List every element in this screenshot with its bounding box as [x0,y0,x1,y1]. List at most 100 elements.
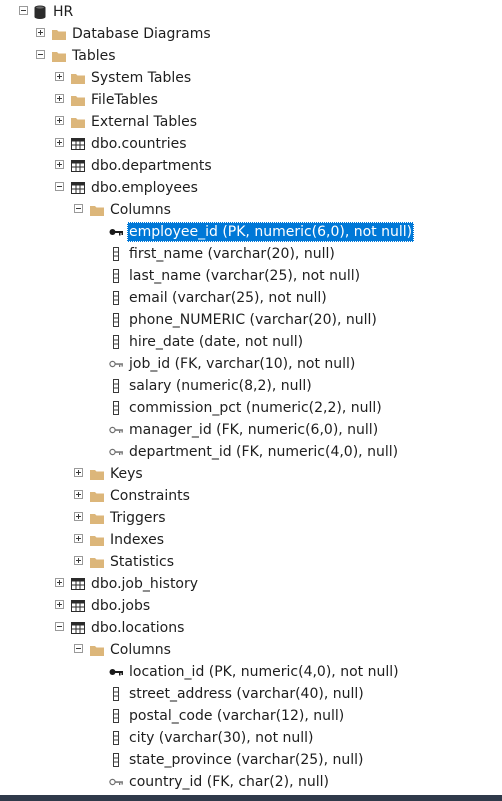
tree-node-table-jobs[interactable]: dbo.jobs [0,595,502,617]
tree-node-table-countries[interactable]: dbo.countries [0,133,502,155]
column-node-city[interactable]: city (varchar(30), not null) [0,727,502,749]
folder-icon [71,118,85,128]
tree-node-table-departments[interactable]: dbo.departments [0,155,502,177]
expand-toggle[interactable] [74,468,83,477]
expand-toggle[interactable] [55,94,64,103]
tree-node-label: job_id (FK, varchar(10), not null) [129,356,356,372]
tree-node-label: System Tables [91,70,192,86]
tree-node-locations-columns[interactable]: Columns [0,639,502,661]
column-icon [113,753,119,767]
collapse-toggle[interactable] [55,622,64,631]
tree-node-label: first_name (varchar(20), null) [129,246,335,262]
tree-node-label: country_id (FK, char(2), null) [129,774,329,790]
tree-node-database-diagrams[interactable]: Database Diagrams [0,23,502,45]
tree-node-employees-columns[interactable]: Columns [0,199,502,221]
tree-node-label: Keys [110,466,143,482]
collapse-toggle[interactable] [36,50,45,59]
tree-node-label: Indexes [110,532,165,548]
tree-node-triggers[interactable]: Triggers [0,507,502,529]
tree-node-label: Statistics [110,554,174,570]
tree-node-label: last_name (varchar(25), not null) [129,268,361,284]
column-icon [113,401,119,415]
column-icon [113,291,119,305]
tree-node-external-tables[interactable]: External Tables [0,111,502,133]
tree-node-table-locations[interactable]: dbo.locations [0,617,502,639]
tree-node-label: dbo.employees [91,180,198,196]
tree-node-label: street_address (varchar(40), null) [129,686,364,702]
expand-toggle[interactable] [55,72,64,81]
collapse-toggle[interactable] [19,6,28,15]
tree-node-label: HR [53,4,74,20]
table-icon [71,138,85,150]
tree-node-label: employee_id (PK, numeric(6,0), not null) [127,222,415,242]
expand-toggle[interactable] [55,578,64,587]
expand-toggle[interactable] [36,28,45,37]
collapse-toggle[interactable] [74,644,83,653]
column-node-job-id[interactable]: job_id (FK, varchar(10), not null) [0,353,502,375]
collapse-toggle[interactable] [55,182,64,191]
tree-node-label: FileTables [91,92,158,108]
tree-node-label: dbo.departments [91,158,212,174]
expand-toggle[interactable] [74,512,83,521]
tree-node-label: email (varchar(25), not null) [129,290,327,306]
tree-node-table-employees[interactable]: dbo.employees [0,177,502,199]
folder-icon [52,30,66,40]
column-icon [113,379,119,393]
window-bottom-edge [0,795,502,801]
tree-node-constraints[interactable]: Constraints [0,485,502,507]
column-node-location-id[interactable]: location_id (PK, numeric(4,0), not null) [0,661,502,683]
tree-node-tables[interactable]: Tables [0,45,502,67]
expand-toggle[interactable] [74,490,83,499]
tree-node-keys[interactable]: Keys [0,463,502,485]
tree-node-label: Database Diagrams [72,26,211,42]
column-node-street-address[interactable]: street_address (varchar(40), null) [0,683,502,705]
column-node-first-name[interactable]: first_name (varchar(20), null) [0,243,502,265]
folder-icon [90,206,104,216]
primary-key-icon [109,669,123,676]
column-node-hire-date[interactable]: hire_date (date, not null) [0,331,502,353]
tree-node-label: Columns [110,202,171,218]
tree-node-label: dbo.jobs [91,598,151,614]
tree-node-database[interactable]: HR [0,1,502,23]
tree-node-label: manager_id (FK, numeric(6,0), null) [129,422,379,438]
column-node-salary[interactable]: salary (numeric(8,2), null) [0,375,502,397]
tree-node-indexes[interactable]: Indexes [0,529,502,551]
expand-toggle[interactable] [55,138,64,147]
tree-node-label: commission_pct (numeric(2,2), null) [129,400,382,416]
tree-node-system-tables[interactable]: System Tables [0,67,502,89]
column-node-last-name[interactable]: last_name (varchar(25), not null) [0,265,502,287]
expand-toggle[interactable] [55,116,64,125]
column-node-commission-pct[interactable]: commission_pct (numeric(2,2), null) [0,397,502,419]
column-node-state-province[interactable]: state_province (varchar(25), null) [0,749,502,771]
column-node-employee-id[interactable]: employee_id (PK, numeric(6,0), not null) [0,221,502,243]
expand-toggle[interactable] [55,160,64,169]
column-icon [113,269,119,283]
tree-node-file-tables[interactable]: FileTables [0,89,502,111]
tree-node-label: dbo.locations [91,620,185,636]
tree-node-label: location_id (PK, numeric(4,0), not null) [129,664,399,680]
column-node-email[interactable]: email (varchar(25), not null) [0,287,502,309]
expand-toggle[interactable] [74,534,83,543]
column-node-country-id[interactable]: country_id (FK, char(2), null) [0,771,502,793]
tree-node-label: salary (numeric(8,2), null) [129,378,312,394]
tree-node-label: Columns [110,642,171,658]
tree-node-label: Triggers [110,510,166,526]
tree-node-statistics[interactable]: Statistics [0,551,502,573]
column-node-manager-id[interactable]: manager_id (FK, numeric(6,0), null) [0,419,502,441]
tree-node-label: External Tables [91,114,198,130]
tree-node-label: dbo.countries [91,136,187,152]
tree-node-label: dbo.job_history [91,576,199,592]
column-node-phone[interactable]: phone_NUMERIC (varchar(20), null) [0,309,502,331]
folder-icon [90,514,104,524]
column-node-department-id[interactable]: department_id (FK, numeric(4,0), null) [0,441,502,463]
expand-toggle[interactable] [55,600,64,609]
expand-toggle[interactable] [74,556,83,565]
foreign-key-icon [109,448,123,456]
tree-node-table-job-history[interactable]: dbo.job_history [0,573,502,595]
primary-key-icon [109,229,123,236]
column-node-postal-code[interactable]: postal_code (varchar(12), null) [0,705,502,727]
column-icon [113,313,119,327]
folder-icon [52,52,66,62]
collapse-toggle[interactable] [74,204,83,213]
column-icon [113,731,119,745]
